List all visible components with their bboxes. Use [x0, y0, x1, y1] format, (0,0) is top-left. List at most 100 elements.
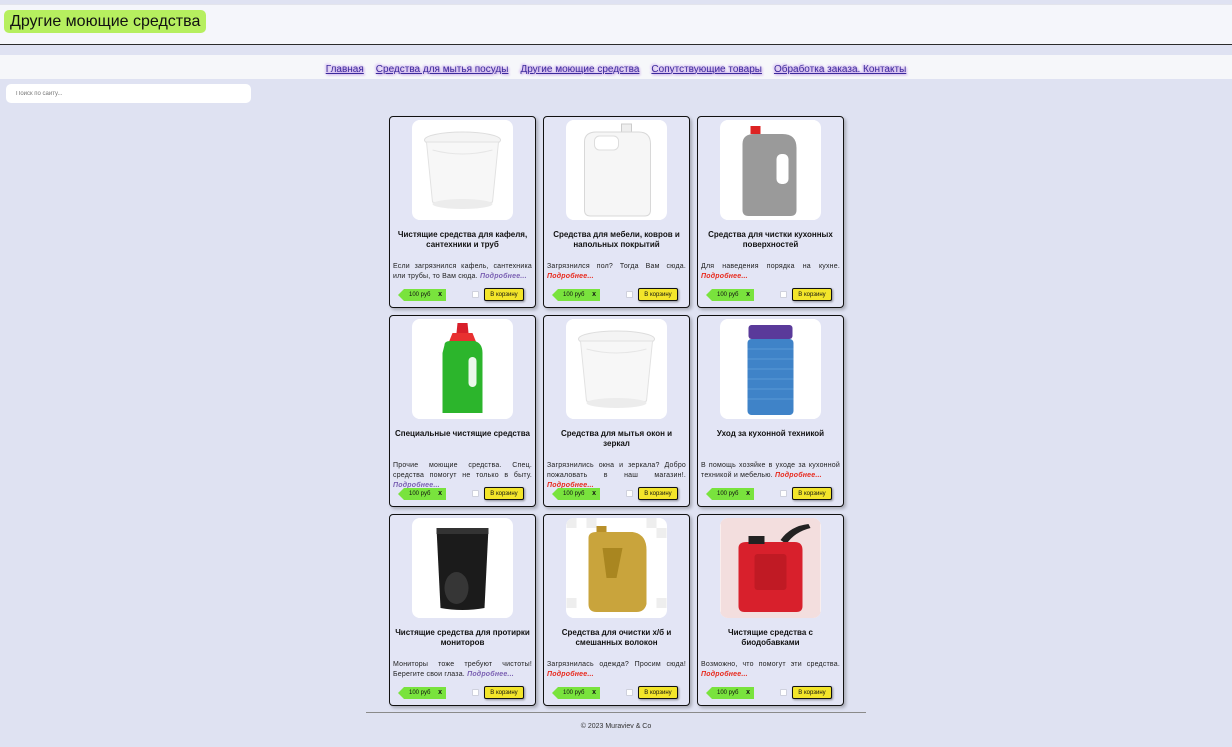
add-to-cart-button[interactable]: В корзину: [484, 288, 524, 301]
more-link[interactable]: Подробнее...: [467, 671, 514, 678]
product-description: Если загрязнился кафель, сантехника или …: [393, 262, 532, 282]
more-link[interactable]: Подробнее...: [393, 482, 440, 489]
price-value: 100 руб: [409, 690, 431, 696]
more-link[interactable]: Подробнее...: [547, 273, 594, 280]
product-card: Средства для чистки кухонных поверхносте…: [697, 116, 844, 308]
canister-gold-image[interactable]: [566, 518, 667, 618]
page-title: Другие моющие средства: [4, 10, 207, 33]
footer-copyright: © 2023 Muraviev & Co: [580, 723, 652, 730]
product-card: Специальные чистящие средства Прочие мою…: [389, 315, 536, 507]
product-card: Средства для очистки х/б и смешанных вол…: [543, 514, 690, 706]
pouch-black-image[interactable]: [412, 518, 513, 618]
price-tag: 100 руб x: [398, 289, 446, 301]
price-value: 100 руб: [717, 491, 739, 497]
product-title: Чистящие средства с биодобавками: [728, 628, 813, 647]
more-link[interactable]: Подробнее...: [480, 273, 527, 280]
remove-icon[interactable]: x: [438, 289, 442, 301]
remove-icon[interactable]: x: [746, 488, 750, 500]
product-title: Специальные чистящие средства: [394, 429, 530, 438]
add-to-cart-button[interactable]: В корзину: [638, 487, 678, 500]
product-grid: Чистящие средства для кафеля, сантехники…: [389, 116, 844, 706]
product-card: Средства для мытья окон и зеркал Загрязн…: [543, 315, 690, 507]
nav-link-other-cleaners[interactable]: Другие моющие средства: [520, 64, 639, 75]
nav-link-dishwashing[interactable]: Средства для мытья посуды: [376, 64, 509, 75]
bucket-white-image[interactable]: [566, 319, 667, 419]
site-header: Другие моющие средства: [0, 4, 1232, 45]
more-link[interactable]: Подробнее...: [701, 671, 748, 678]
jar-blue-image[interactable]: [720, 319, 821, 419]
add-to-cart-button[interactable]: В корзину: [484, 487, 524, 500]
select-checkbox[interactable]: [780, 490, 787, 497]
bottle-green-image[interactable]: [412, 319, 513, 419]
more-link[interactable]: Подробнее...: [547, 671, 594, 678]
product-description-text: Загрязнился пол? Тогда Вам сюда.: [547, 263, 686, 270]
product-title: Средства для очистки х/б и смешанных вол…: [561, 628, 672, 647]
price-value: 100 руб: [409, 491, 431, 497]
product-card: Уход за кухонной техникой В помощь хозяй…: [697, 315, 844, 507]
remove-icon[interactable]: x: [592, 289, 596, 301]
price-tag: 100 руб x: [398, 488, 446, 500]
price-value: 100 руб: [563, 491, 585, 497]
product-card: Чистящие средства с биодобавками Возможн…: [697, 514, 844, 706]
nav-link-order-contacts[interactable]: Обработка заказа. Контакты: [774, 64, 906, 75]
jerrycan-red-image[interactable]: [720, 518, 821, 618]
price-value: 100 руб: [717, 292, 739, 298]
product-description-text: Прочие моющие средства. Спец. средства п…: [393, 462, 532, 479]
product-description-text: Загрязнились окна и зеркала? Добро пожал…: [547, 462, 686, 479]
canister-grey-image[interactable]: [720, 120, 821, 220]
product-title: Средства для мытья окон и зеркал: [560, 429, 673, 448]
price-value: 100 руб: [717, 690, 739, 696]
price-tag: 100 руб x: [706, 687, 754, 699]
add-to-cart-button[interactable]: В корзину: [484, 686, 524, 699]
select-checkbox[interactable]: [780, 291, 787, 298]
remove-icon[interactable]: x: [746, 289, 750, 301]
nav-link-related-goods[interactable]: Сопутствующие товары: [651, 64, 762, 75]
product-description: Для наведения порядка на кухне. Подробне…: [701, 262, 840, 282]
canister-white-image[interactable]: [566, 120, 667, 220]
remove-icon[interactable]: x: [746, 687, 750, 699]
bucket-white-image[interactable]: [412, 120, 513, 220]
product-description: Загрязнился пол? Тогда Вам сюда. Подробн…: [547, 262, 686, 282]
search-input[interactable]: [6, 84, 251, 103]
select-checkbox[interactable]: [626, 490, 633, 497]
price-tag: 100 руб x: [552, 488, 600, 500]
remove-icon[interactable]: x: [438, 687, 442, 699]
product-description: Мониторы тоже требуют чистоты! Берегите …: [393, 660, 532, 680]
select-checkbox[interactable]: [472, 490, 479, 497]
add-to-cart-button[interactable]: В корзину: [638, 288, 678, 301]
remove-icon[interactable]: x: [592, 687, 596, 699]
product-description: Возможно, что помогут эти средства. Подр…: [701, 660, 840, 680]
more-link[interactable]: Подробнее...: [701, 273, 748, 280]
price-tag: 100 руб x: [706, 289, 754, 301]
add-to-cart-button[interactable]: В корзину: [792, 487, 832, 500]
price-tag: 100 руб x: [398, 687, 446, 699]
more-link[interactable]: Подробнее...: [547, 482, 594, 489]
select-checkbox[interactable]: [780, 689, 787, 696]
add-to-cart-button[interactable]: В корзину: [792, 288, 832, 301]
product-description-text: Загрязнилась одежда? Просим сюда!: [547, 661, 686, 668]
footer-divider: [366, 712, 866, 713]
select-checkbox[interactable]: [626, 689, 633, 696]
product-card: Чистящие средства для кафеля, сантехники…: [389, 116, 536, 308]
add-to-cart-button[interactable]: В корзину: [638, 686, 678, 699]
product-title: Чистящие средства для протирки мониторов: [395, 628, 530, 647]
price-tag: 100 руб x: [552, 289, 600, 301]
more-link[interactable]: Подробнее...: [775, 472, 822, 479]
product-title: Средства для мебели, ковров и напольных …: [553, 230, 680, 249]
price-value: 100 руб: [563, 292, 585, 298]
price-tag: 100 руб x: [706, 488, 754, 500]
product-description-text: Для наведения порядка на кухне.: [701, 263, 840, 270]
remove-icon[interactable]: x: [592, 488, 596, 500]
product-description: Загрязнилась одежда? Просим сюда! Подроб…: [547, 660, 686, 680]
price-value: 100 руб: [563, 690, 585, 696]
price-tag: 100 руб x: [552, 687, 600, 699]
select-checkbox[interactable]: [472, 689, 479, 696]
nav-link-home[interactable]: Главная: [326, 64, 364, 75]
price-value: 100 руб: [409, 292, 431, 298]
remove-icon[interactable]: x: [438, 488, 442, 500]
select-checkbox[interactable]: [626, 291, 633, 298]
add-to-cart-button[interactable]: В корзину: [792, 686, 832, 699]
product-card: Чистящие средства для протирки мониторов…: [389, 514, 536, 706]
select-checkbox[interactable]: [472, 291, 479, 298]
product-title: Средства для чистки кухонных поверхносте…: [708, 230, 833, 249]
